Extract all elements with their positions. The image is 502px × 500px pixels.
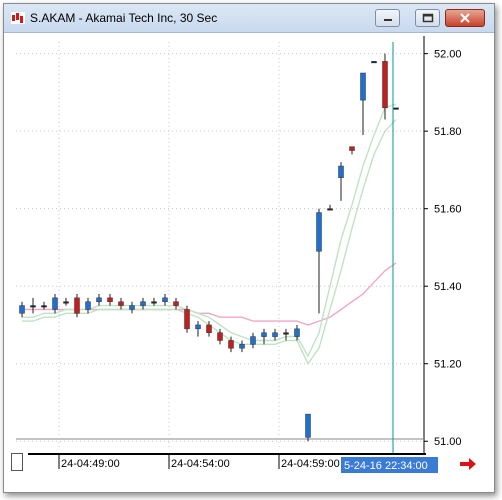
candle-body: [360, 72, 366, 101]
candle-body: [217, 332, 223, 341]
x-tick-label: 24-04:54:00: [171, 458, 230, 470]
y-tick-label: 51.80: [434, 126, 462, 138]
candle-body: [41, 305, 47, 308]
cursor-time-label: 5-24-16 22:34:00: [344, 460, 428, 472]
close-button[interactable]: [445, 9, 485, 27]
candle-body: [184, 309, 190, 330]
window-title: S.AKAM - Akamai Tech Inc, 30 Sec: [30, 11, 218, 25]
candle-body: [140, 301, 146, 306]
candle-body: [85, 301, 91, 310]
candle-body: [338, 165, 344, 178]
candle-body: [107, 297, 113, 302]
maximize-icon: [422, 13, 433, 23]
candle-body: [30, 305, 36, 308]
candle-body: [239, 344, 245, 349]
candle-body: [96, 297, 102, 302]
candle-body: [349, 146, 355, 151]
minimize-button[interactable]: [375, 9, 400, 27]
close-icon: [460, 13, 470, 23]
candle-body: [173, 301, 179, 306]
candle-body: [19, 305, 25, 314]
candle-body: [74, 297, 80, 314]
candle-body: [129, 305, 135, 310]
candle-body: [382, 61, 388, 109]
candle-body: [162, 297, 168, 302]
title-bar[interactable]: S.AKAM - Akamai Tech Inc, 30 Sec: [4, 4, 494, 33]
y-tick-label: 51.60: [434, 204, 462, 216]
app-icon: [11, 12, 25, 24]
candle-body: [52, 297, 58, 310]
candle-body: [327, 208, 333, 211]
chart-window: S.AKAM - Akamai Tech Inc, 30 Sec 52.00 51…: [3, 3, 495, 493]
candle-body: [283, 332, 289, 335]
scroll-position-box[interactable]: [11, 453, 23, 471]
candle-body: [250, 336, 256, 345]
candle-body: [206, 324, 212, 333]
candle-body: [195, 324, 201, 330]
y-tick-label: 52.00: [434, 49, 462, 61]
candle-body: [316, 212, 322, 252]
x-tick-label: 24-04:59:00: [281, 458, 340, 470]
price-chart[interactable]: 52.00 51.80 51.60 51.40 51.20 51.00 24-04:49:0…: [8, 36, 490, 486]
candle-body: [393, 107, 399, 110]
candle-body: [228, 340, 234, 349]
y-tick-label: 51.20: [434, 359, 462, 371]
candle-body: [294, 328, 300, 337]
y-tick-label: 51.00: [434, 436, 462, 448]
candle-body: [118, 301, 124, 306]
minimize-icon: [383, 19, 392, 21]
x-tick-label: 24-04:49:00: [61, 458, 120, 470]
y-tick-label: 51.40: [434, 281, 462, 293]
candle-body: [371, 61, 377, 64]
candle-body: [151, 301, 157, 304]
candle-body: [305, 413, 311, 438]
candle-body: [261, 332, 267, 337]
maximize-button[interactable]: [415, 9, 440, 27]
candle-body: [63, 301, 69, 304]
scroll-right-arrow-icon[interactable]: [459, 458, 477, 470]
candle-body: [272, 332, 278, 337]
